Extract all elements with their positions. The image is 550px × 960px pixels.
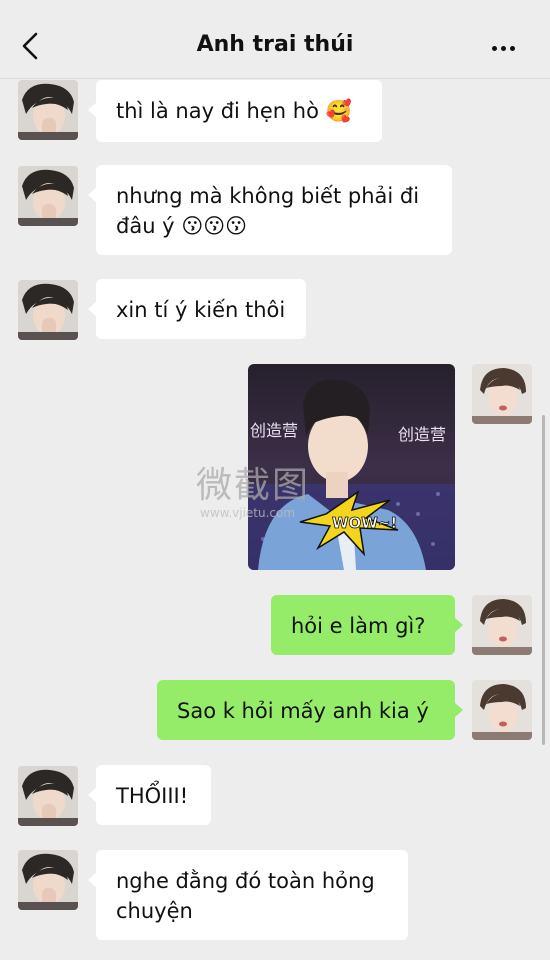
my-avatar[interactable] bbox=[472, 680, 532, 740]
contact-avatar[interactable] bbox=[18, 80, 78, 140]
chat-title: Anh trai thúi bbox=[196, 32, 354, 57]
contact-avatar[interactable] bbox=[18, 766, 78, 826]
message-bubble[interactable]: Sao k hỏi mấy anh kia ý bbox=[157, 680, 463, 740]
contact-avatar[interactable] bbox=[18, 166, 78, 226]
watermark-text: 微截图 bbox=[196, 465, 311, 506]
my-avatar[interactable] bbox=[472, 364, 532, 424]
chat-header: Anh trai thúi bbox=[0, 0, 550, 79]
contact-avatar[interactable] bbox=[18, 850, 78, 910]
message-bubble[interactable]: nhưng mà không biết phải đi đâu ý 😗😗😗 bbox=[88, 165, 452, 255]
sticker-text: WOW~! bbox=[332, 514, 397, 532]
more-dots-icon bbox=[492, 46, 497, 51]
my-avatar[interactable] bbox=[472, 595, 532, 655]
message-bubble[interactable]: nghe đằng đó toàn hỏng chuyện bbox=[88, 850, 408, 940]
scrollbar[interactable] bbox=[542, 415, 545, 745]
message-bubble[interactable]: thì là nay đi hẹn hò 🥰 bbox=[88, 80, 382, 142]
kissing-face-emoji: 😗😗😗 bbox=[181, 214, 247, 238]
message-bubble[interactable]: xin tí ý kiến thôi bbox=[88, 279, 306, 339]
message-bubble[interactable]: hỏi e làm gì? bbox=[271, 595, 463, 655]
watermark-url: www.vjietu.com bbox=[200, 506, 296, 520]
sticker-banner-left: 创造营 bbox=[250, 421, 298, 440]
smiling-face-with-hearts-emoji: 🥰 bbox=[325, 99, 352, 123]
contact-avatar[interactable] bbox=[18, 280, 78, 340]
message-bubble[interactable]: THỔIII! bbox=[88, 765, 211, 825]
more-options-button[interactable] bbox=[492, 36, 528, 56]
sticker-banner-right: 创造营 bbox=[398, 425, 446, 444]
